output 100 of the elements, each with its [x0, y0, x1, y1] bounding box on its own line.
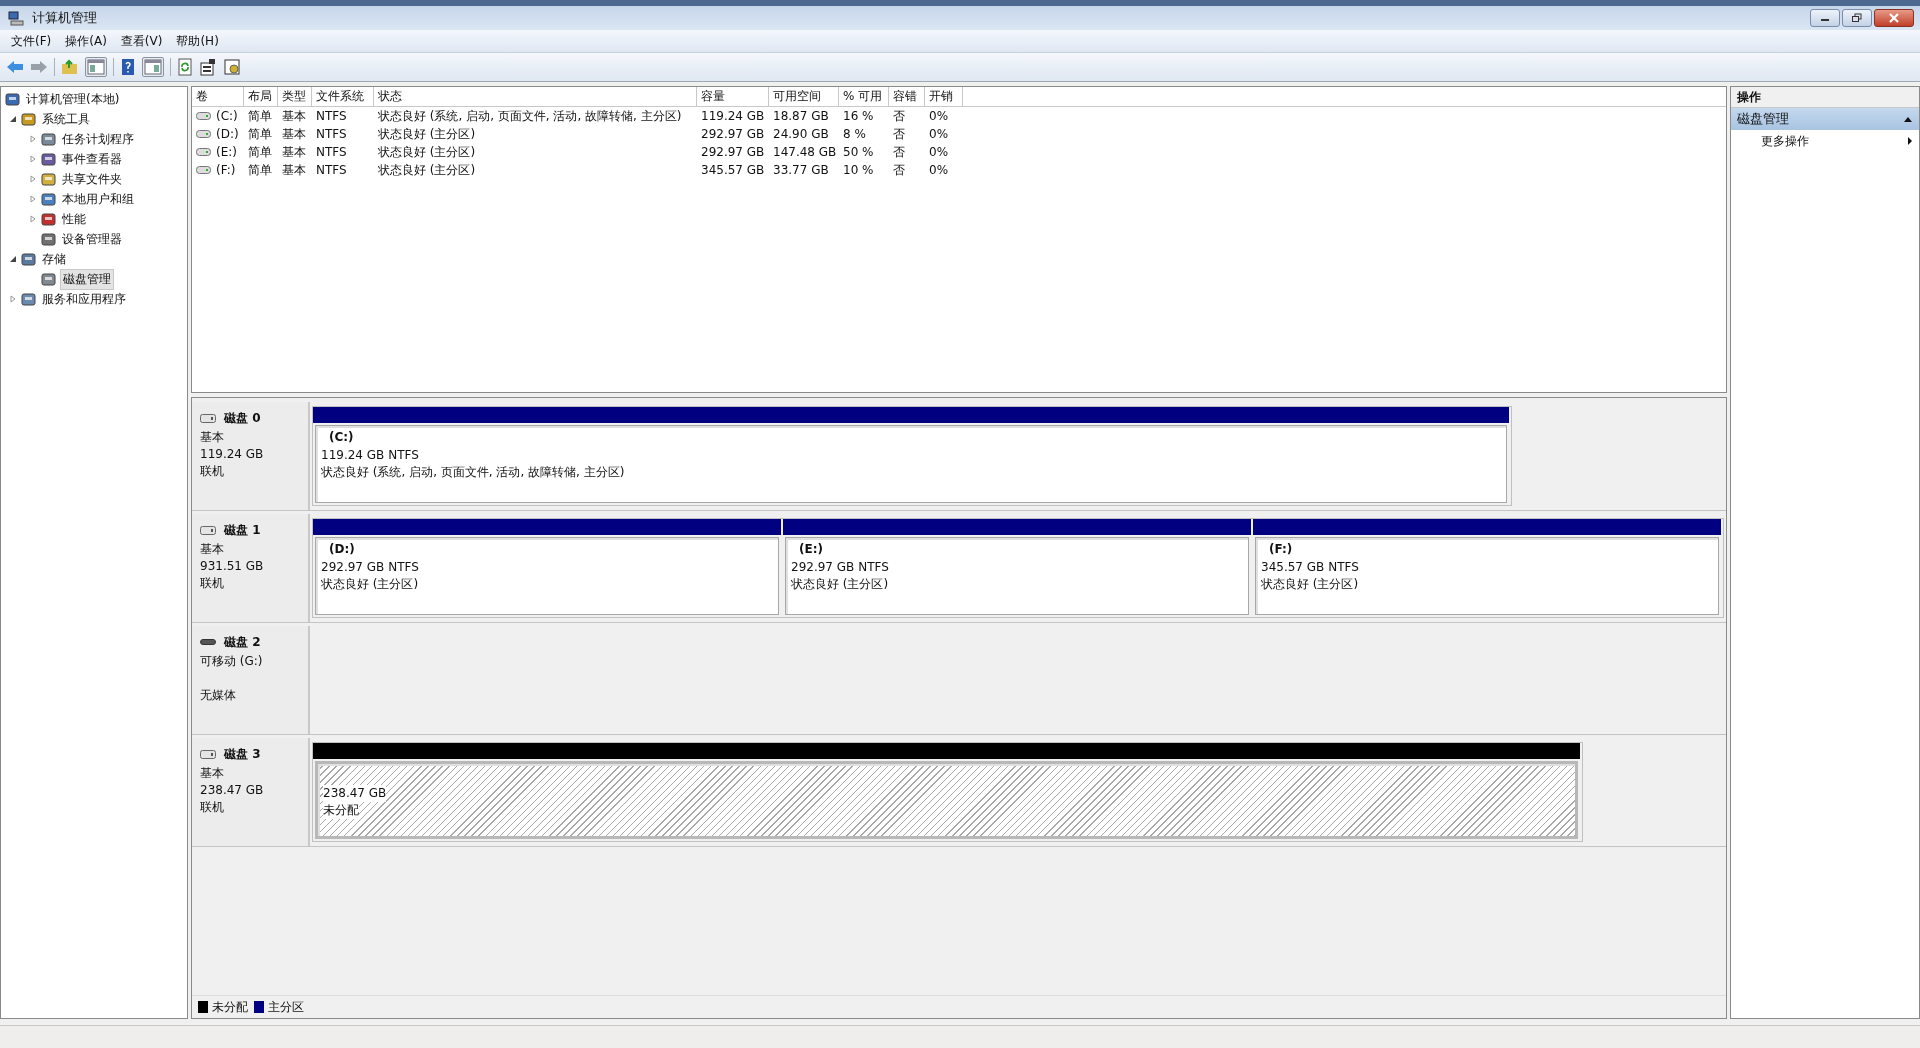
legend-label: 未分配 — [212, 998, 248, 1016]
table-cell: 0% — [929, 145, 949, 159]
disk-info-panel[interactable]: 磁盘 0 基本 119.24 GB 联机 — [192, 402, 310, 510]
partition-size: 292.97 GB NTFS — [791, 559, 890, 576]
tree-item[interactable]: 系统工具 — [40, 109, 92, 129]
disk-detail: 联机 — [200, 463, 225, 480]
table-cell: (D:) — [216, 127, 239, 141]
table-cell: 292.97 GB — [701, 145, 765, 159]
restore-button[interactable] — [1842, 9, 1872, 27]
disk-detail: 无媒体 — [200, 687, 237, 704]
disk-detail: 931.51 GB — [200, 558, 265, 575]
disk-info-panel[interactable]: 磁盘 2 可移动 (G:) 无媒体 — [192, 626, 310, 734]
column-header[interactable]: 文件系统 — [312, 87, 374, 106]
help-icon[interactable] — [120, 58, 136, 76]
tree-item[interactable]: 磁盘管理 — [60, 268, 114, 290]
table-cell: 基本 — [282, 125, 306, 143]
table-cell: 0% — [929, 163, 949, 177]
partition-size: 292.97 GB NTFS — [321, 559, 420, 576]
partition-size: 238.47 GB — [323, 785, 387, 802]
table-cell: 基本 — [282, 143, 306, 161]
table-cell: 10 % — [843, 163, 874, 177]
panel-icon[interactable] — [85, 57, 107, 77]
disk-name: 磁盘 3 — [224, 746, 261, 763]
table-cell: 292.97 GB — [701, 127, 765, 141]
tree-item[interactable]: 服务和应用程序 — [40, 289, 128, 309]
column-header[interactable]: % 可用 — [839, 87, 889, 106]
column-header[interactable]: 容量 — [697, 87, 769, 106]
window-title: 计算机管理 — [32, 9, 97, 27]
submenu-arrow-icon — [1907, 136, 1913, 146]
table-cell: 基本 — [282, 161, 306, 179]
close-icon — [1887, 13, 1901, 23]
column-header[interactable]: 类型 — [278, 87, 312, 106]
panel-icon[interactable] — [142, 57, 164, 77]
hard-drive-icon — [200, 414, 216, 423]
action-section[interactable]: 磁盘管理 — [1731, 108, 1919, 130]
table-cell: 0% — [929, 127, 949, 141]
column-header[interactable]: 卷 — [192, 87, 244, 106]
action-link[interactable]: 更多操作 — [1761, 132, 1809, 150]
table-cell: 119.24 GB — [701, 109, 765, 123]
tree-item[interactable]: 本地用户和组 — [60, 189, 136, 209]
menu-item[interactable]: 帮助(H) — [169, 32, 226, 50]
disk-info-panel[interactable]: 磁盘 1 基本 931.51 GB 联机 — [192, 514, 310, 622]
partition-status: 状态良好 (系统, 启动, 页面文件, 活动, 故障转储, 主分区) — [321, 464, 626, 481]
minimize-button[interactable] — [1810, 9, 1840, 27]
column-header[interactable]: 状态 — [374, 87, 697, 106]
disk-detail: 基本 — [200, 429, 225, 446]
expand-arrow-icon[interactable] — [9, 255, 17, 263]
column-header[interactable]: 布局 — [244, 87, 278, 106]
partition-status: 未分配 — [323, 802, 359, 819]
table-cell: 147.48 GB — [773, 145, 837, 159]
disk-detail: 238.47 GB — [200, 782, 265, 799]
table-cell: 否 — [893, 161, 905, 179]
disk-detail: 119.24 GB — [200, 446, 265, 463]
table-cell: 否 — [893, 125, 905, 143]
table-cell: 状态良好 (系统, 启动, 页面文件, 活动, 故障转储, 主分区) — [378, 107, 682, 125]
tree-item[interactable]: 计算机管理(本地) — [24, 89, 122, 109]
back-icon[interactable] — [6, 59, 24, 75]
expand-arrow-icon[interactable] — [9, 115, 17, 123]
table-cell: 18.87 GB — [773, 109, 829, 123]
partition-name: (F:) — [1268, 542, 1294, 558]
table-cell: (E:) — [216, 145, 237, 159]
restore-icon — [1851, 13, 1863, 23]
tree-item[interactable]: 性能 — [60, 209, 88, 229]
column-header[interactable]: 可用空间 — [769, 87, 839, 106]
up-folder-icon[interactable] — [61, 59, 79, 75]
table-cell: 否 — [893, 143, 905, 161]
collapse-icon[interactable] — [1903, 115, 1913, 123]
close-button[interactable] — [1874, 9, 1914, 27]
menu-item[interactable]: 查看(V) — [113, 32, 170, 50]
tree-item[interactable]: 任务计划程序 — [60, 129, 136, 149]
disk-detail: 联机 — [200, 799, 225, 816]
table-cell: 状态良好 (主分区) — [378, 161, 476, 179]
table-cell: NTFS — [316, 163, 347, 177]
table-cell: 状态良好 (主分区) — [378, 143, 476, 161]
section-title: 磁盘管理 — [1737, 110, 1789, 128]
table-cell: 24.90 GB — [773, 127, 829, 141]
partition-name: (C:) — [328, 430, 355, 446]
forward-icon[interactable] — [30, 59, 48, 75]
settings-icon[interactable] — [223, 58, 241, 76]
disk-name: 磁盘 2 — [224, 634, 261, 651]
removable-drive-icon — [200, 638, 216, 647]
disk-info-panel[interactable]: 磁盘 3 基本 238.47 GB 联机 — [192, 738, 310, 846]
tree-item[interactable]: 事件查看器 — [60, 149, 124, 169]
table-cell: NTFS — [316, 145, 347, 159]
partition-name: (D:) — [328, 542, 356, 558]
actions-header: 操作 — [1731, 87, 1919, 108]
tree-item[interactable]: 设备管理器 — [60, 229, 124, 249]
properties-icon[interactable] — [199, 58, 217, 76]
menu-item[interactable]: 操作(A) — [58, 32, 114, 50]
tree-item[interactable]: 共享文件夹 — [60, 169, 124, 189]
column-header[interactable]: 开销 — [925, 87, 963, 106]
tree-item[interactable]: 存储 — [40, 249, 68, 269]
column-header[interactable]: 容错 — [889, 87, 925, 106]
table-cell: 简单 — [248, 143, 272, 161]
partition-status: 状态良好 (主分区) — [1261, 576, 1360, 593]
disk-detail: 基本 — [200, 541, 225, 558]
partition-size: 119.24 GB NTFS — [321, 447, 420, 464]
drive-icon — [196, 130, 211, 138]
menu-item[interactable]: 文件(F) — [4, 32, 59, 50]
refresh-icon[interactable] — [177, 58, 193, 76]
